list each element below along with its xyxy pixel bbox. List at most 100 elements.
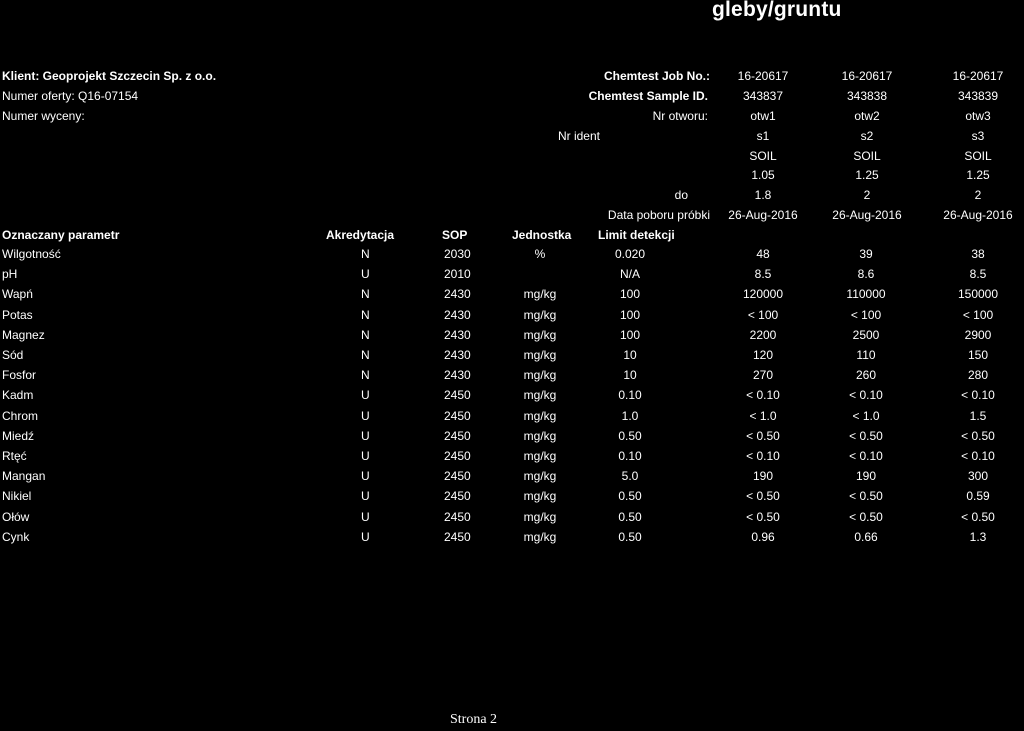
lod-value: 5.0: [621, 469, 639, 483]
sop-value: 2450: [444, 409, 471, 423]
sop-value: 2450: [444, 530, 471, 544]
sample-2-result: < 0.10: [849, 449, 883, 463]
accreditation-value: U: [361, 530, 370, 544]
parameter-name: Sód: [2, 348, 24, 362]
lod-value: 100: [619, 328, 641, 342]
unit-value: mg/kg: [523, 388, 557, 402]
sample-3-result: < 0.10: [961, 388, 995, 402]
sample-3-result: 0.59: [966, 489, 990, 503]
sample-1-result: < 0.50: [746, 510, 780, 524]
lod-value: 0.50: [618, 530, 642, 544]
unit-value: mg/kg: [523, 489, 557, 503]
sample-1-result: 0.96: [751, 530, 775, 544]
parameter-name: Potas: [2, 308, 33, 322]
unit-value: mg/kg: [523, 510, 557, 524]
sample-3-matrix: SOIL: [964, 149, 992, 163]
col-unit: Jednostka: [512, 228, 572, 242]
depth-to-label: do: [674, 188, 688, 202]
sample-3-result: < 0.10: [961, 449, 995, 463]
lod-value: 0.50: [618, 489, 642, 503]
table-row: Kadm U 2450 mg/kg 0.10 < 0.10 < 0.10 < 0.10: [0, 388, 1024, 404]
parameter-name: Kadm: [2, 388, 34, 402]
sample-2-result: < 0.50: [849, 489, 883, 503]
sop-value: 2450: [444, 469, 471, 483]
unit-value: mg/kg: [523, 328, 557, 342]
lod-value: 0.50: [618, 510, 642, 524]
sample-3-depth-from: 1.25: [966, 168, 990, 182]
sample-3-date: 26-Aug-2016: [943, 208, 1013, 222]
sample-2-result: 39: [859, 247, 873, 261]
sample-3-result: 280: [967, 368, 989, 382]
page-number: Strona 2: [450, 712, 498, 727]
sop-value: 2430: [444, 348, 471, 362]
col-sop: SOP: [442, 228, 468, 242]
accreditation-value: U: [361, 449, 370, 463]
sample-1-depth-to: 1.8: [754, 188, 772, 202]
unit-value: mg/kg: [523, 409, 557, 423]
table-row: pH U 2010 N/A 8.5 8.6 8.5: [0, 267, 1024, 283]
sample-1-result: 270: [752, 368, 774, 382]
table-row: Mangan U 2450 mg/kg 5.0 190 190 300: [0, 469, 1024, 485]
page-title: gleby/gruntu: [712, 0, 842, 21]
sample-2-result: 0.66: [854, 530, 878, 544]
unit-value: mg/kg: [523, 429, 557, 443]
borehole-label: Nr otworu:: [652, 109, 708, 123]
unit-value: mg/kg: [523, 308, 557, 322]
unit-value: mg/kg: [523, 449, 557, 463]
table-row: Potas N 2430 mg/kg 100 < 100 < 100 < 100: [0, 308, 1024, 324]
unit-value: mg/kg: [523, 368, 557, 382]
sample-3-borehole: otw3: [965, 109, 991, 123]
sample-1-result: 190: [752, 469, 774, 483]
sop-value: 2450: [444, 449, 471, 463]
sample-3-result: 300: [967, 469, 989, 483]
sample-2-ident: s2: [860, 129, 874, 143]
parameter-name: Magnez: [2, 328, 45, 342]
table-row: Nikiel U 2450 mg/kg 0.50 < 0.50 < 0.50 0.59: [0, 489, 1024, 505]
sample-3-result: 150000: [957, 287, 999, 301]
unit-value: %: [534, 247, 546, 261]
parameter-name: Mangan: [2, 469, 46, 483]
col-accreditation: Akredytacja: [326, 228, 395, 242]
lod-value: 0.10: [618, 449, 642, 463]
sample-1-borehole: otw1: [750, 109, 776, 123]
sample-2-result: 8.6: [857, 267, 875, 281]
sample-3-sample-id: 343839: [957, 89, 999, 103]
table-row: Chrom U 2450 mg/kg 1.0 < 1.0 < 1.0 1.5: [0, 409, 1024, 425]
sample-1-result: < 0.10: [746, 449, 780, 463]
table-row: Fosfor N 2430 mg/kg 10 270 260 280: [0, 368, 1024, 384]
sample-1-depth-from: 1.05: [751, 168, 775, 182]
sample-3-ident: s3: [971, 129, 985, 143]
sample-2-result: 190: [855, 469, 877, 483]
sample-2-depth-to: 2: [863, 188, 871, 202]
accreditation-value: U: [361, 409, 370, 423]
quote-number: Numer wyceny:: [2, 109, 85, 123]
lod-value: 1.0: [621, 409, 639, 423]
table-row: Sód N 2430 mg/kg 10 120 110 150: [0, 348, 1024, 364]
col-parameter: Oznaczany parametr: [2, 228, 120, 242]
parameter-name: Wilgotność: [2, 247, 61, 261]
sample-1-result: < 0.50: [746, 429, 780, 443]
table-row: Rtęć U 2450 mg/kg 0.10 < 0.10 < 0.10 < 0.10: [0, 449, 1024, 465]
sop-value: 2430: [444, 287, 471, 301]
sample-2-result: 260: [855, 368, 877, 382]
sample-1-result: < 0.10: [746, 388, 780, 402]
sample-3-result: 1.5: [969, 409, 987, 423]
table-row: Cynk U 2450 mg/kg 0.50 0.96 0.66 1.3: [0, 530, 1024, 546]
sample-2-result: 110000: [846, 287, 886, 301]
col-lod: Limit detekcji: [598, 228, 675, 242]
parameter-name: Fosfor: [2, 368, 37, 382]
ident-label: Nr ident: [557, 129, 600, 143]
sop-value: 2430: [444, 308, 471, 322]
parameter-name: pH: [2, 267, 18, 281]
lod-value: 100: [619, 308, 641, 322]
sample-1-result: < 1.0: [749, 409, 777, 423]
lod-value: 0.50: [618, 429, 642, 443]
parameter-name: Nikiel: [2, 489, 32, 503]
sample-2-depth-from: 1.25: [855, 168, 879, 182]
accreditation-value: U: [361, 510, 370, 524]
job-no-label: Chemtest Job No.:: [603, 69, 710, 83]
sop-value: 2450: [444, 489, 471, 503]
parameter-name: Rtęć: [2, 449, 27, 463]
sample-3-result: 150: [967, 348, 989, 362]
sop-value: 2430: [444, 328, 471, 342]
